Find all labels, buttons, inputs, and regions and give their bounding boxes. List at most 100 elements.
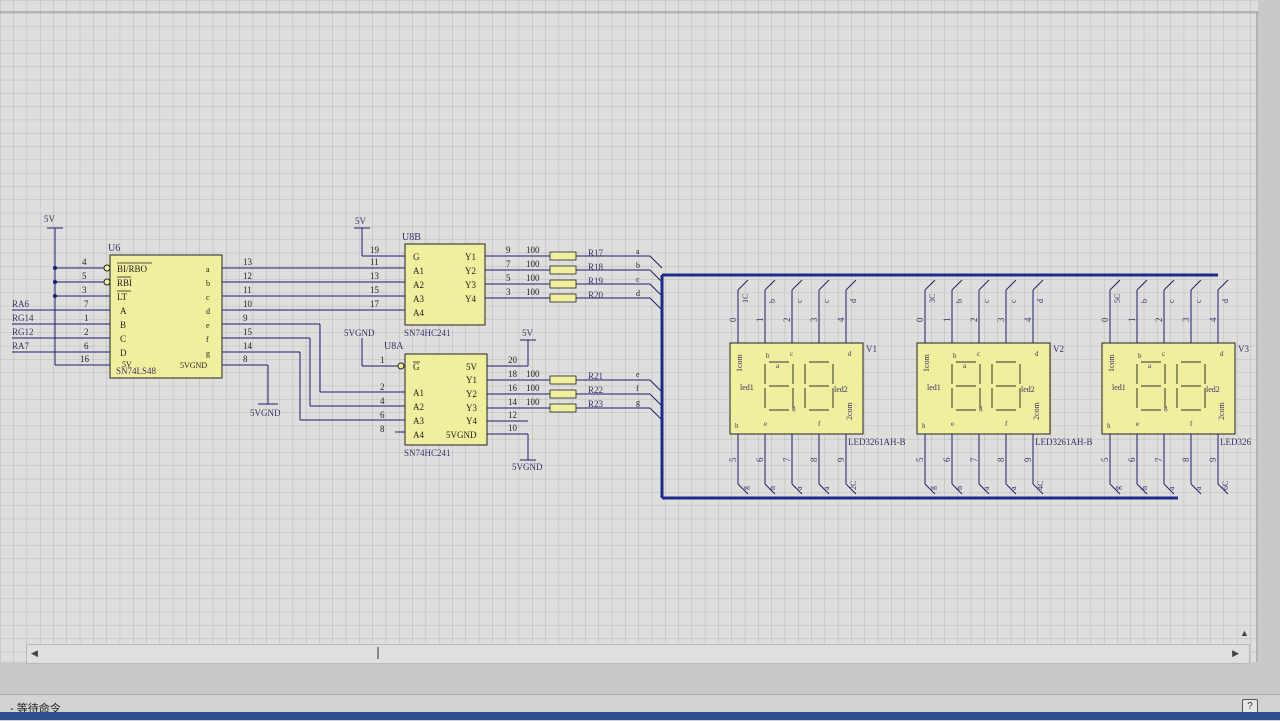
display-pin-label: 1com xyxy=(1107,353,1116,372)
pin-number: 5 xyxy=(915,457,925,462)
pin-label: b xyxy=(768,299,777,303)
scroll-thumb[interactable] xyxy=(377,647,379,659)
pin-label: A2 xyxy=(413,280,424,290)
pin-label: Y4 xyxy=(465,294,476,304)
pin-label: h xyxy=(955,486,964,490)
display-part: LED3261AH-B xyxy=(848,437,906,447)
pin-number: 9 xyxy=(1208,457,1218,462)
scroll-up-arrow-icon[interactable]: ▲ xyxy=(1240,628,1249,638)
pin-number: 8 xyxy=(380,424,385,434)
segment-label: c xyxy=(977,350,980,358)
display-pin-label: led2 xyxy=(1206,385,1220,394)
pin-number: 9 xyxy=(243,313,248,323)
pin-number: 8 xyxy=(996,457,1006,462)
resistor-body[interactable] xyxy=(549,279,577,289)
pin-number: 6 xyxy=(755,457,765,462)
segment-label: e xyxy=(951,420,954,428)
display-pin-label: led1 xyxy=(1112,383,1126,392)
pin-label: e xyxy=(206,321,210,330)
pin-label: 1C xyxy=(741,294,750,303)
gnd-label: 5VGND xyxy=(512,462,543,472)
pin-label: Y1 xyxy=(466,375,477,385)
pin-number: 13 xyxy=(243,257,253,267)
net-label: RA7 xyxy=(12,341,30,351)
resistor-ref: R21 xyxy=(588,371,603,381)
pin-number: 7 xyxy=(782,457,792,462)
pin-number: 20 xyxy=(508,355,518,365)
net-label: a xyxy=(636,247,640,256)
pin-number: 4 xyxy=(836,317,846,322)
scroll-right-arrow-icon[interactable]: ▶ xyxy=(1232,648,1239,659)
pin-label: A1 xyxy=(413,266,424,276)
pin-number: 1 xyxy=(1127,318,1137,323)
resistor-value: 100 xyxy=(526,273,540,283)
pin-label: Y3 xyxy=(465,280,476,290)
pin-number: 3 xyxy=(82,285,87,295)
net-label: b xyxy=(636,261,640,270)
display-pin-label: 1com xyxy=(922,353,931,372)
pin-number: 2 xyxy=(84,327,89,337)
resistor-ref: R19 xyxy=(588,276,604,286)
pin-number: 3 xyxy=(996,317,1006,322)
pin-label: 5VGND xyxy=(446,430,477,440)
pin-number: 13 xyxy=(370,271,380,281)
segment-label: c xyxy=(1162,350,1165,358)
display-pin-label: led1 xyxy=(927,383,941,392)
vcc-label: 5V xyxy=(44,214,56,224)
segment-label: d xyxy=(848,350,852,358)
resistor-body[interactable] xyxy=(549,251,577,261)
pin-label: LT xyxy=(117,292,128,302)
resistor-ref: R22 xyxy=(588,385,603,395)
resistor-ref: R18 xyxy=(588,262,604,272)
pin-label: G xyxy=(413,252,420,262)
resistor-body[interactable] xyxy=(549,389,577,399)
vcc-label: 5V xyxy=(522,328,534,338)
pin-number: 0 xyxy=(915,317,925,322)
schematic-canvas[interactable]: U6 SN74LS48 BI/RBO RBI LT A B C D 5V a b… xyxy=(0,0,1280,720)
pin-number: 5 xyxy=(1100,457,1110,462)
pin-number: 0 xyxy=(728,317,738,322)
resistor-value: 100 xyxy=(526,369,540,379)
display-pin-label: 1com xyxy=(735,353,744,372)
chip-u6-ref: U6 xyxy=(108,243,120,254)
pin-label: a xyxy=(1167,486,1176,490)
pin-label: c xyxy=(795,299,804,303)
pin-label: b xyxy=(1140,299,1149,303)
pin-number: 12 xyxy=(508,410,517,420)
display-pin-label: led2 xyxy=(834,385,848,394)
pin-number: 3 xyxy=(809,317,819,322)
display-pin-label: 2com xyxy=(1032,401,1041,420)
pin-number: 3 xyxy=(506,287,511,297)
pin-label: Y2 xyxy=(465,266,476,276)
pin-number: 4 xyxy=(1208,317,1218,322)
resistor-body[interactable] xyxy=(549,403,577,413)
pin-label: A xyxy=(120,306,127,316)
scroll-left-arrow-icon[interactable]: ◀ xyxy=(31,648,38,659)
resistor-body[interactable] xyxy=(549,375,577,385)
pin-label: a xyxy=(206,265,210,274)
pin-number: 2 xyxy=(380,382,385,392)
pin-number: 2 xyxy=(782,318,792,323)
gnd-label: 5VGND xyxy=(344,328,375,338)
segment-label: d xyxy=(1035,350,1039,358)
pin-number: 12 xyxy=(243,271,252,281)
resistor-body[interactable] xyxy=(549,293,577,303)
display-pin-label: 2com xyxy=(1217,401,1226,420)
pin-label: 4C xyxy=(1036,481,1045,490)
pin-number: 9 xyxy=(506,245,511,255)
pin-number: 1 xyxy=(755,318,765,323)
pin-label: Y3 xyxy=(466,403,477,413)
pin-number: 5 xyxy=(82,271,87,281)
pin-number: 14 xyxy=(508,397,518,407)
resistor-body[interactable] xyxy=(549,265,577,275)
display-pin-label: 2com xyxy=(845,401,854,420)
horizontal-scrollbar[interactable]: ◀ ▶ xyxy=(26,644,1250,664)
pin-label: c xyxy=(1194,299,1203,303)
pin-number: 7 xyxy=(969,457,979,462)
resistor-value: 100 xyxy=(526,245,540,255)
segment-label: b xyxy=(1138,352,1142,360)
pin-label: RBI xyxy=(117,278,132,288)
pin-label: c xyxy=(822,299,831,303)
pin-label: A3 xyxy=(413,294,424,304)
pin-label: c xyxy=(206,293,210,302)
